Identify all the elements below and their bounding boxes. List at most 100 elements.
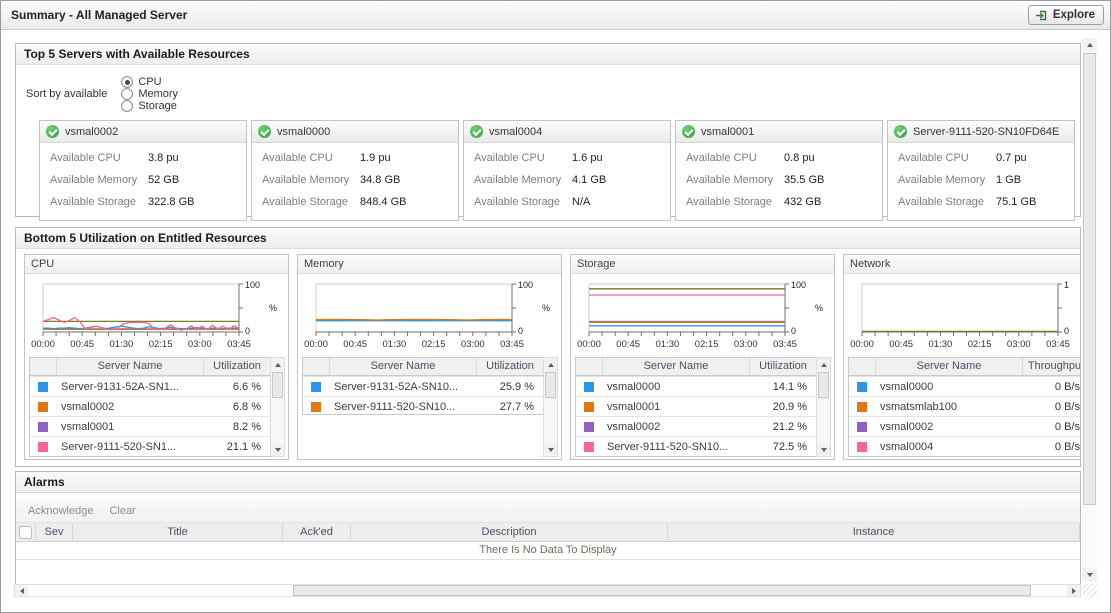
table-scroll-thumb[interactable] bbox=[545, 372, 556, 398]
alarms-column-header-description[interactable]: Description bbox=[351, 523, 668, 541]
table-vertical-scrollbar[interactable] bbox=[270, 357, 285, 457]
scroll-down-button[interactable] bbox=[1082, 568, 1097, 581]
table-row[interactable]: Server-9111-520-SN1...21.1 % bbox=[30, 436, 270, 456]
radio-label: CPU bbox=[138, 76, 161, 88]
svg-text:0: 0 bbox=[1064, 326, 1069, 336]
resource-row: Available Storage322.8 GB bbox=[50, 196, 246, 209]
table-row[interactable]: vsmal000014.1 % bbox=[576, 376, 816, 396]
resource-row: Available Memory34.8 GB bbox=[262, 174, 458, 187]
table-scroll-up-button[interactable] bbox=[544, 358, 557, 371]
legend-cell bbox=[576, 382, 602, 392]
up-arrow-icon bbox=[821, 363, 827, 367]
resource-label: Available Storage bbox=[686, 196, 784, 209]
scroll-left-button[interactable] bbox=[15, 585, 28, 596]
series-swatch bbox=[311, 382, 321, 392]
series-swatch bbox=[38, 422, 48, 432]
value-column-header[interactable]: Utilization bbox=[749, 358, 816, 375]
horizontal-scrollbar[interactable] bbox=[14, 584, 1081, 597]
table-row[interactable]: Server-9131-52A-SN1...6.6 % bbox=[30, 376, 270, 396]
table-vertical-scrollbar[interactable] bbox=[543, 357, 558, 457]
table-row[interactable]: Server-9131-52A-SN10...25.9 % bbox=[303, 376, 543, 396]
table-row[interactable]: vsmal00020 B/s bbox=[849, 416, 1081, 436]
explore-button[interactable]: Explore bbox=[1028, 5, 1104, 25]
clear-button[interactable]: Clear bbox=[109, 505, 135, 517]
resize-grip bbox=[1082, 584, 1097, 597]
resource-label: Available Memory bbox=[686, 174, 784, 187]
sort-option-memory[interactable]: Memory bbox=[121, 88, 178, 100]
svg-text:00:00: 00:00 bbox=[577, 339, 601, 350]
table-row[interactable]: vsmal000120.9 % bbox=[576, 396, 816, 416]
server-name-column-header[interactable]: Server Name bbox=[329, 358, 476, 375]
server-name-cell: Server-9111-520-SN10... bbox=[329, 401, 477, 413]
table-row[interactable]: vsmal00040 B/s bbox=[849, 436, 1081, 456]
radio-icon-memory[interactable] bbox=[121, 88, 133, 100]
server-card[interactable]: vsmal0001Available CPU0.8 puAvailable Me… bbox=[675, 120, 883, 221]
table-scroll-up-button[interactable] bbox=[817, 358, 830, 371]
table-scroll-thumb[interactable] bbox=[272, 372, 283, 398]
resource-label: Available CPU bbox=[686, 152, 784, 165]
table-scroll-down-button[interactable] bbox=[271, 443, 284, 456]
server-name-column-header[interactable]: Server Name bbox=[56, 358, 203, 375]
alarms-column-header-instance[interactable]: Instance bbox=[668, 523, 1080, 541]
table-scroll-down-button[interactable] bbox=[544, 443, 557, 456]
table-scroll-up-button[interactable] bbox=[271, 358, 284, 371]
down-arrow-icon bbox=[548, 448, 554, 452]
alarms-column-header-title[interactable]: Title bbox=[73, 523, 283, 541]
svg-text:02:15: 02:15 bbox=[149, 339, 173, 350]
server-name-column-header[interactable]: Server Name bbox=[602, 358, 749, 375]
horizontal-scroll-thumb[interactable] bbox=[293, 585, 1031, 596]
scroll-right-button[interactable] bbox=[1067, 585, 1080, 596]
utilization-table: Server NameThroughputvsmal00000 B/svsmat… bbox=[848, 357, 1081, 457]
table-vertical-scrollbar[interactable] bbox=[816, 357, 831, 457]
legend-cell bbox=[849, 442, 875, 452]
resource-value: 52 GB bbox=[148, 174, 179, 187]
network-chart: 1000:0000:4501:3002:1503:0003:45 bbox=[846, 276, 1081, 356]
value-column-header[interactable]: Utilization bbox=[203, 358, 270, 375]
vertical-scrollbar[interactable] bbox=[1082, 38, 1097, 581]
svg-text:03:00: 03:00 bbox=[461, 339, 485, 350]
select-all-checkbox[interactable] bbox=[19, 526, 32, 539]
resource-label: Available Storage bbox=[262, 196, 360, 209]
server-card[interactable]: vsmal0004Available CPU1.6 puAvailable Me… bbox=[463, 120, 671, 221]
table-row[interactable]: vsmatsmlab1000 B/s bbox=[849, 396, 1081, 416]
legend-cell bbox=[576, 402, 602, 412]
server-card[interactable]: vsmal0002Available CPU3.8 puAvailable Me… bbox=[39, 120, 247, 221]
sort-option-storage[interactable]: Storage bbox=[121, 100, 178, 112]
radio-icon-storage[interactable] bbox=[121, 100, 133, 112]
table-scroll-thumb[interactable] bbox=[818, 372, 829, 398]
utilization-panel-title: Network bbox=[844, 255, 1081, 274]
svg-text:100: 100 bbox=[791, 280, 806, 290]
table-row[interactable]: vsmal00000 B/s bbox=[849, 376, 1081, 396]
resource-row: Available Memory1 GB bbox=[898, 174, 1074, 187]
table-scroll-down-button[interactable] bbox=[817, 443, 830, 456]
server-card[interactable]: vsmal0000Available CPU1.9 puAvailable Me… bbox=[251, 120, 459, 221]
scroll-up-button[interactable] bbox=[1082, 38, 1097, 51]
top5-panel-title: Top 5 Servers with Available Resources bbox=[16, 44, 1080, 65]
svg-text:03:45: 03:45 bbox=[1046, 339, 1070, 350]
value-cell: 21.2 % bbox=[750, 421, 816, 433]
series-swatch bbox=[584, 402, 594, 412]
table-row[interactable]: Server-9111-520-SN10...27.7 % bbox=[303, 396, 543, 415]
value-column-header[interactable]: Throughput bbox=[1022, 358, 1081, 375]
svg-text:02:15: 02:15 bbox=[968, 339, 992, 350]
alarms-column-header-acked[interactable]: Ack'ed bbox=[283, 523, 351, 541]
table-row[interactable]: vsmal00026.8 % bbox=[30, 396, 270, 416]
table-row[interactable]: Server-9111-520-SN10...72.5 % bbox=[576, 436, 816, 456]
alarms-column-header-sev[interactable]: Sev bbox=[36, 523, 73, 541]
acknowledge-button[interactable]: Acknowledge bbox=[28, 505, 93, 517]
server-name-column-header[interactable]: Server Name bbox=[875, 358, 1022, 375]
table-row-partial bbox=[849, 456, 1081, 457]
legend-cell bbox=[30, 422, 56, 432]
vertical-scroll-thumb[interactable] bbox=[1083, 53, 1096, 505]
resource-label: Available CPU bbox=[898, 152, 996, 165]
svg-text:03:45: 03:45 bbox=[773, 339, 797, 350]
table-row[interactable]: vsmal00018.2 % bbox=[30, 416, 270, 436]
up-arrow-icon bbox=[548, 363, 554, 367]
server-name-cell: vsmatsmlab100 bbox=[875, 401, 1023, 413]
server-card[interactable]: Server-9111-520-SN10FD64EAvailable CPU0.… bbox=[887, 120, 1075, 221]
value-column-header[interactable]: Utilization bbox=[476, 358, 543, 375]
radio-icon-cpu[interactable] bbox=[121, 76, 133, 88]
sort-option-cpu[interactable]: CPU bbox=[121, 76, 178, 88]
table-row[interactable]: vsmal000221.2 % bbox=[576, 416, 816, 436]
legend-cell bbox=[849, 402, 875, 412]
